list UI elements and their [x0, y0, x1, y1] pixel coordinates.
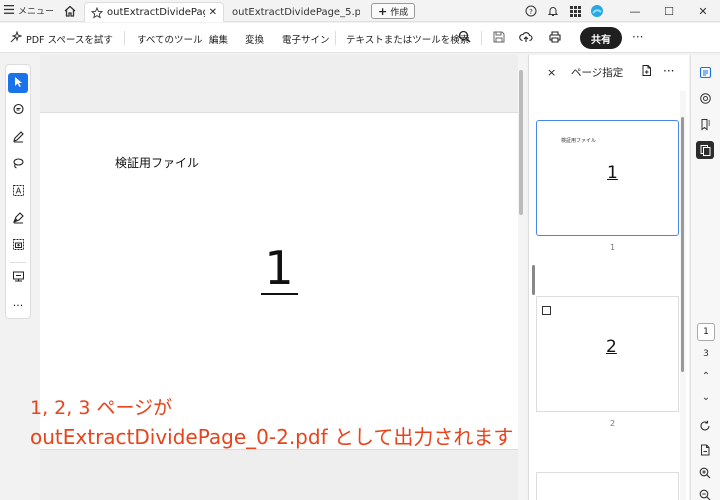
svg-text:A: A	[15, 187, 21, 196]
zoom-out-icon[interactable]	[696, 486, 714, 500]
draw-tool[interactable]	[8, 155, 28, 175]
thumbnail-label-2: 2	[610, 419, 616, 428]
create-tab-button[interactable]: + 作成	[371, 3, 416, 19]
tab-close-button[interactable]: ✕	[209, 7, 217, 18]
bookmark-icon[interactable]	[696, 115, 714, 133]
share-button[interactable]: 共有	[580, 27, 622, 49]
search-box[interactable]: テキストまたはツールを検索	[346, 32, 469, 46]
panel-scrollbar-thumb[interactable]	[681, 117, 684, 372]
panel-header: × ページ指定 ···	[529, 55, 690, 89]
page-settings-icon[interactable]	[696, 441, 714, 459]
current-page-input[interactable]: 1	[697, 323, 715, 341]
camera-icon	[12, 238, 25, 254]
more-options-button[interactable]: ···	[632, 30, 643, 44]
annotation-line-1: 1, 2, 3 ページが	[30, 397, 173, 419]
search-icon[interactable]	[458, 30, 471, 46]
thumbnail-title: 検証用ファイル	[561, 138, 597, 144]
highlight-tool[interactable]	[8, 128, 28, 148]
tools-divider	[10, 262, 26, 263]
window-controls: ? — ☐ ✕	[520, 0, 720, 22]
thumbnail-checkbox[interactable]	[542, 306, 551, 315]
stamp-tool[interactable]	[8, 268, 28, 288]
print-icon[interactable]	[548, 30, 564, 46]
rotate-icon[interactable]	[696, 417, 714, 435]
main-toolbar: PDF スペースを試す すべてのツール 編集 変換 電子サイン テキストまたはツ…	[0, 23, 720, 53]
menu-label: メニュー	[18, 7, 55, 17]
lasso-icon	[12, 157, 25, 173]
toolbar-divider	[124, 31, 125, 45]
thumbnail-page-number: 1	[607, 163, 618, 183]
add-page-icon[interactable]	[640, 64, 653, 80]
more-tools-button[interactable]: ···	[8, 295, 28, 315]
pen-icon	[12, 130, 25, 146]
home-icon[interactable]	[62, 3, 78, 19]
text-tool[interactable]: A	[8, 182, 28, 202]
maximize-button[interactable]: ☐	[652, 0, 686, 22]
tab-bar: メニュー outExtractDividePage... ✕ outExtrac…	[0, 0, 720, 22]
comments-icon[interactable]	[696, 89, 714, 107]
apps-grid-icon[interactable]	[564, 0, 586, 22]
hamburger-icon	[4, 4, 14, 17]
menu-e-sign[interactable]: 電子サイン	[282, 32, 330, 46]
panel-title: ページ指定	[571, 67, 624, 79]
bell-icon[interactable]	[542, 0, 564, 22]
close-window-button[interactable]: ✕	[686, 0, 720, 22]
pages-icon[interactable]	[696, 141, 714, 159]
page-header-text: 検証用ファイル	[115, 156, 200, 170]
menu-button[interactable]: メニュー	[4, 4, 54, 17]
sign-tool[interactable]	[8, 209, 28, 229]
thumbnail-page-number: 2	[606, 337, 617, 357]
tab-label: outExtractDividePage_5.pdf	[232, 6, 360, 18]
sparkle-icon	[10, 30, 23, 46]
screenshot-tool[interactable]	[8, 236, 28, 256]
zoom-in-icon[interactable]	[696, 464, 714, 482]
comment-tool[interactable]	[8, 101, 28, 121]
pdf-space-button[interactable]: PDF スペースを試す	[10, 30, 113, 46]
page-thumbnail-2[interactable]: 2	[536, 296, 679, 412]
select-tool[interactable]	[8, 73, 28, 93]
panel-resize-handle[interactable]	[532, 265, 535, 295]
create-label: 作成	[390, 7, 409, 18]
annotation-line-2: outExtractDividePage_0-2.pdf として出力されます	[30, 425, 514, 449]
total-pages: 3	[703, 349, 709, 359]
minimize-button[interactable]: —	[618, 0, 652, 22]
star-icon[interactable]	[90, 6, 104, 19]
tab-document-5[interactable]: outExtractDividePage_5.pdf	[226, 2, 366, 22]
page-thumbnail-1[interactable]: 検証用ファイル 1	[536, 120, 679, 236]
help-icon[interactable]: ?	[520, 0, 542, 22]
toolbar-divider	[335, 31, 336, 45]
page-down-button[interactable]: ⌄	[697, 392, 715, 403]
page-number-underline	[261, 293, 298, 295]
plus-icon: +	[378, 4, 388, 18]
document-scrollbar-thumb[interactable]	[519, 70, 523, 215]
page-up-button[interactable]: ⌃	[697, 371, 715, 382]
avatar[interactable]	[586, 0, 608, 22]
tools-column: A ···	[5, 64, 31, 319]
menu-edit[interactable]: 編集	[209, 32, 228, 46]
pdf-space-label: PDF スペースを試す	[26, 34, 113, 46]
svg-text:?: ?	[529, 8, 533, 16]
thumbnail-label-1: 1	[610, 243, 616, 252]
tab-label: outExtractDividePage...	[107, 7, 205, 18]
menu-convert[interactable]: 変換	[245, 32, 264, 46]
ai-assistant-icon[interactable]	[696, 63, 714, 81]
stamp-icon	[12, 270, 25, 286]
save-icon[interactable]	[492, 30, 508, 46]
cursor-icon	[12, 76, 24, 91]
upload-icon[interactable]	[519, 30, 535, 46]
tab-active-document[interactable]: outExtractDividePage... ✕	[84, 2, 224, 22]
fountain-pen-icon	[12, 211, 25, 227]
text-box-icon: A	[12, 184, 25, 200]
panel-more-button[interactable]: ···	[663, 64, 674, 78]
menu-all-tools[interactable]: すべてのツール	[137, 32, 202, 46]
page-number-text: 1	[264, 241, 294, 295]
comment-icon	[12, 103, 25, 119]
panel-close-button[interactable]: ×	[547, 66, 556, 79]
toolbar-divider	[481, 31, 482, 45]
page-thumbnail-3[interactable]	[536, 472, 679, 500]
